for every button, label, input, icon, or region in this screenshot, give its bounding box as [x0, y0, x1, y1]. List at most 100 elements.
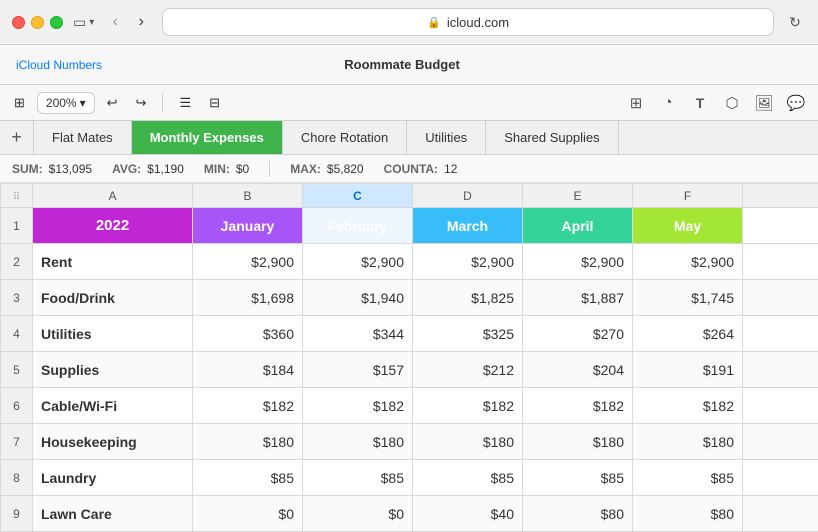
cell-a8[interactable]: Laundry — [33, 460, 193, 496]
add-sheet-button[interactable]: + — [0, 121, 34, 154]
cell-b1[interactable]: January — [193, 208, 303, 244]
col-header-g[interactable] — [743, 184, 818, 208]
cell-d7[interactable]: $180 — [413, 424, 523, 460]
fullscreen-button[interactable] — [50, 16, 63, 29]
insert-chart-button[interactable]: ◔ — [654, 89, 682, 117]
cell-e5[interactable]: $204 — [523, 352, 633, 388]
cell-c6[interactable]: $182 — [303, 388, 413, 424]
tab-chore-rotation[interactable]: Chore Rotation — [283, 121, 407, 154]
cell-f8[interactable]: $85 — [633, 460, 743, 496]
col-header-b[interactable]: B — [193, 184, 303, 208]
min-stat: MIN: $0 — [204, 162, 249, 176]
cell-g4[interactable] — [743, 316, 818, 352]
grid-view-button[interactable]: ⊟ — [203, 91, 226, 115]
cell-c4[interactable]: $344 — [303, 316, 413, 352]
close-button[interactable] — [12, 16, 25, 29]
cell-d6[interactable]: $182 — [413, 388, 523, 424]
insert-comment-button[interactable]: 💬 — [782, 89, 810, 117]
cell-d2[interactable]: $2,900 — [413, 244, 523, 280]
col-header-e[interactable]: E — [523, 184, 633, 208]
cell-d3[interactable]: $1,825 — [413, 280, 523, 316]
cell-e1[interactable]: April — [523, 208, 633, 244]
cell-b6[interactable]: $182 — [193, 388, 303, 424]
insert-table-button[interactable]: ⊞ — [622, 89, 650, 117]
cell-e3[interactable]: $1,887 — [523, 280, 633, 316]
insert-image-button[interactable]: 🖼 — [750, 89, 778, 117]
cell-a2[interactable]: Rent — [33, 244, 193, 280]
cell-a5[interactable]: Supplies — [33, 352, 193, 388]
zoom-button[interactable]: 200% ▾ — [37, 92, 95, 114]
cell-d1[interactable]: March — [413, 208, 523, 244]
cell-g2[interactable] — [743, 244, 818, 280]
cell-d9[interactable]: $40 — [413, 496, 523, 532]
cell-c2[interactable]: $2,900 — [303, 244, 413, 280]
cell-f3[interactable]: $1,745 — [633, 280, 743, 316]
tab-shared-supplies[interactable]: Shared Supplies — [486, 121, 618, 154]
cell-e7[interactable]: $180 — [523, 424, 633, 460]
minimize-button[interactable] — [31, 16, 44, 29]
tab-monthly-expenses[interactable]: Monthly Expenses — [132, 121, 283, 154]
browser-titlebar: ▭ ▾ ‹ › 🔒 icloud.com ↻ — [12, 8, 806, 36]
cell-e4[interactable]: $270 — [523, 316, 633, 352]
cell-f5[interactable]: $191 — [633, 352, 743, 388]
cell-f4[interactable]: $264 — [633, 316, 743, 352]
col-header-a[interactable]: A — [33, 184, 193, 208]
cell-g3[interactable] — [743, 280, 818, 316]
cell-c8[interactable]: $85 — [303, 460, 413, 496]
tab-utilities[interactable]: Utilities — [407, 121, 486, 154]
cell-g8[interactable] — [743, 460, 818, 496]
cell-b9[interactable]: $0 — [193, 496, 303, 532]
counta-value: 12 — [444, 162, 457, 176]
cell-c7[interactable]: $180 — [303, 424, 413, 460]
cell-a4[interactable]: Utilities — [33, 316, 193, 352]
cell-a1[interactable]: 2022 — [33, 208, 193, 244]
col-header-c[interactable]: C — [303, 184, 413, 208]
cell-a9[interactable]: Lawn Care — [33, 496, 193, 532]
cell-g6[interactable] — [743, 388, 818, 424]
col-header-f[interactable]: F — [633, 184, 743, 208]
cell-a3[interactable]: Food/Drink — [33, 280, 193, 316]
cell-e8[interactable]: $85 — [523, 460, 633, 496]
cell-d4[interactable]: $325 — [413, 316, 523, 352]
cell-b4[interactable]: $360 — [193, 316, 303, 352]
cell-c1[interactable]: February — [303, 208, 413, 244]
cell-f1[interactable]: May — [633, 208, 743, 244]
cell-d8[interactable]: $85 — [413, 460, 523, 496]
cell-a7[interactable]: Housekeeping — [33, 424, 193, 460]
cell-g7[interactable] — [743, 424, 818, 460]
cell-b8[interactable]: $85 — [193, 460, 303, 496]
cell-b7[interactable]: $180 — [193, 424, 303, 460]
cell-b3[interactable]: $1,698 — [193, 280, 303, 316]
cell-e2[interactable]: $2,900 — [523, 244, 633, 280]
reload-button[interactable]: ↻ — [784, 11, 806, 33]
zoom-chevron-icon: ▾ — [80, 96, 86, 110]
cell-f6[interactable]: $182 — [633, 388, 743, 424]
cell-b5[interactable]: $184 — [193, 352, 303, 388]
cell-d5[interactable]: $212 — [413, 352, 523, 388]
redo-button[interactable]: ↪ — [130, 91, 153, 115]
forward-button[interactable]: › — [130, 11, 152, 33]
cell-b2[interactable]: $2,900 — [193, 244, 303, 280]
cell-g5[interactable] — [743, 352, 818, 388]
list-view-button[interactable]: ☰ — [173, 91, 197, 115]
cell-c9[interactable]: $0 — [303, 496, 413, 532]
cell-g9[interactable] — [743, 496, 818, 532]
tab-flat-mates[interactable]: Flat Mates — [34, 121, 132, 154]
cell-f9[interactable]: $80 — [633, 496, 743, 532]
table-insert-button[interactable]: ⊞ — [8, 91, 31, 115]
cell-g1[interactable] — [743, 208, 818, 244]
cell-e6[interactable]: $182 — [523, 388, 633, 424]
cell-e9[interactable]: $80 — [523, 496, 633, 532]
sidebar-toggle-button[interactable]: ▭ ▾ — [73, 14, 94, 31]
address-bar[interactable]: 🔒 icloud.com — [162, 8, 774, 36]
cell-c3[interactable]: $1,940 — [303, 280, 413, 316]
insert-shape-button[interactable]: ⬡ — [718, 89, 746, 117]
insert-text-button[interactable]: T — [686, 89, 714, 117]
cell-f2[interactable]: $2,900 — [633, 244, 743, 280]
back-button[interactable]: ‹ — [104, 11, 126, 33]
cell-f7[interactable]: $180 — [633, 424, 743, 460]
undo-button[interactable]: ↩ — [101, 91, 124, 115]
cell-a6[interactable]: Cable/Wi-Fi — [33, 388, 193, 424]
col-header-d[interactable]: D — [413, 184, 523, 208]
cell-c5[interactable]: $157 — [303, 352, 413, 388]
